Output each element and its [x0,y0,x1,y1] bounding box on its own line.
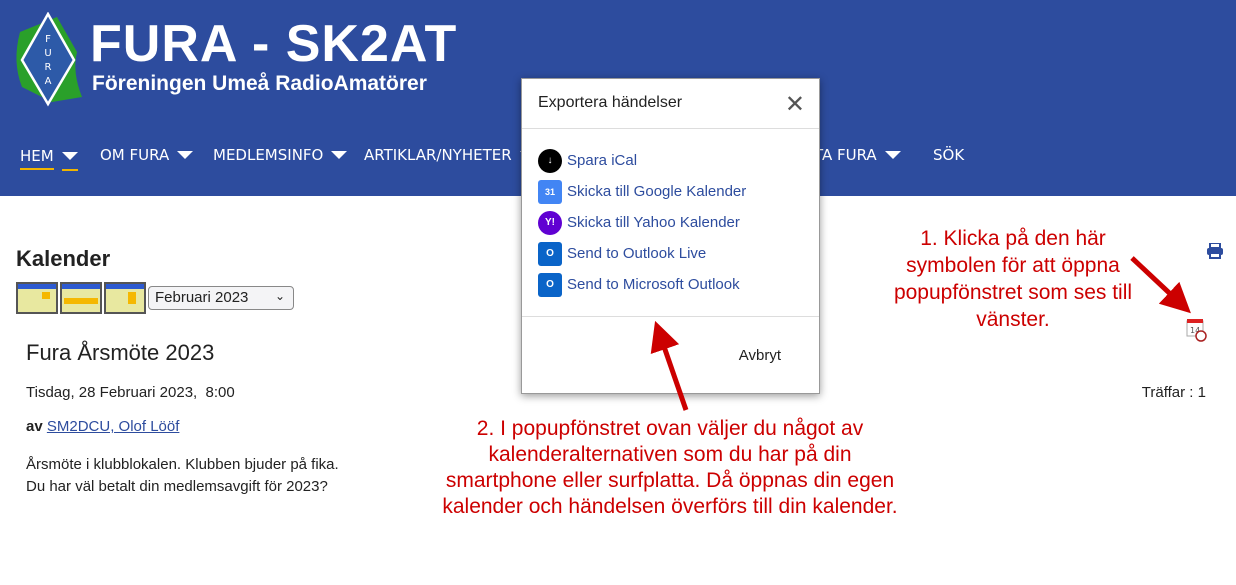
outlook-icon: O [538,272,562,297]
annotation-step-1: 1. Klicka på den här symbolen för att öp… [893,227,1133,331]
svg-text:R: R [45,62,52,73]
nav-item-medlemsinfo[interactable]: MEDLEMSINFO [213,146,348,164]
download-icon: ↓ [538,148,562,173]
site-subtitle: Föreningen Umeå RadioAmatörer [92,72,427,95]
event-description: Årsmöte i klubblokalen. Klubben bjuder p… [26,456,339,495]
nav-item-sok[interactable]: SÖK [933,146,964,164]
modal-footer-divider [522,316,819,317]
caret-down-icon[interactable] [61,152,78,160]
site-title[interactable]: FURA - SK2AT [90,14,457,74]
annotation-step-2: 2. I popupfönstret ovan väljer du något … [442,417,898,518]
event-title: Fura Årsmöte 2023 [26,340,215,365]
export-google[interactable]: 31 Skicka till Google Kalender [538,176,803,207]
nav-item-om-fura[interactable]: OM FURA [100,146,194,164]
modal-title: Exportera händelser [522,79,819,129]
export-microsoft-outlook[interactable]: O Send to Microsoft Outlook [538,269,803,300]
view-switcher [16,282,146,314]
export-yahoo[interactable]: Y! Skicka till Yahoo Kalender [538,207,803,238]
google-calendar-icon: 31 [538,179,562,204]
month-view-icon[interactable] [16,282,58,314]
print-icon[interactable] [1206,243,1224,259]
caret-down-icon[interactable] [884,151,901,159]
day-view-icon[interactable] [104,282,146,314]
arrow-to-calendar-icon [1130,256,1191,314]
hits-count: Träffar : 1 [1141,384,1206,401]
page-title: Kalender [16,246,111,271]
export-events-modal: Exportera händelser ✕ ↓ Spara iCal 31 Skic… [521,78,820,394]
svg-text:U: U [44,48,51,59]
fura-logo[interactable]: F U R A [12,12,84,107]
chevron-down-icon: ⌄ [274,289,285,303]
event-author: av SM2DCU, Olof Lööf [26,418,180,435]
event-date: Tisdag, 28 Februari 2023, 8:00 [26,384,235,401]
nav-item-hem[interactable]: HEM [20,146,78,171]
caret-down-icon[interactable] [331,151,348,159]
cancel-button[interactable]: Avbryt [739,347,781,364]
caret-down-icon[interactable] [177,151,194,159]
svg-text:F: F [45,34,51,45]
yahoo-icon: Y! [538,210,562,235]
svg-text:A: A [45,76,52,87]
author-link[interactable]: SM2DCU, Olof Lööf [47,418,180,435]
export-outlook-live[interactable]: O Send to Outlook Live [538,238,803,269]
month-select[interactable]: Februari 2023 ⌄ [148,286,294,310]
week-view-icon[interactable] [60,282,102,314]
outlook-icon: O [538,241,562,266]
calendar-export-icon[interactable]: 14 [1186,318,1208,342]
close-icon[interactable]: ✕ [785,92,805,116]
export-ical[interactable]: ↓ Spara iCal [538,145,803,176]
nav-item-artiklar[interactable]: ARTIKLAR/NYHETER [364,146,536,164]
